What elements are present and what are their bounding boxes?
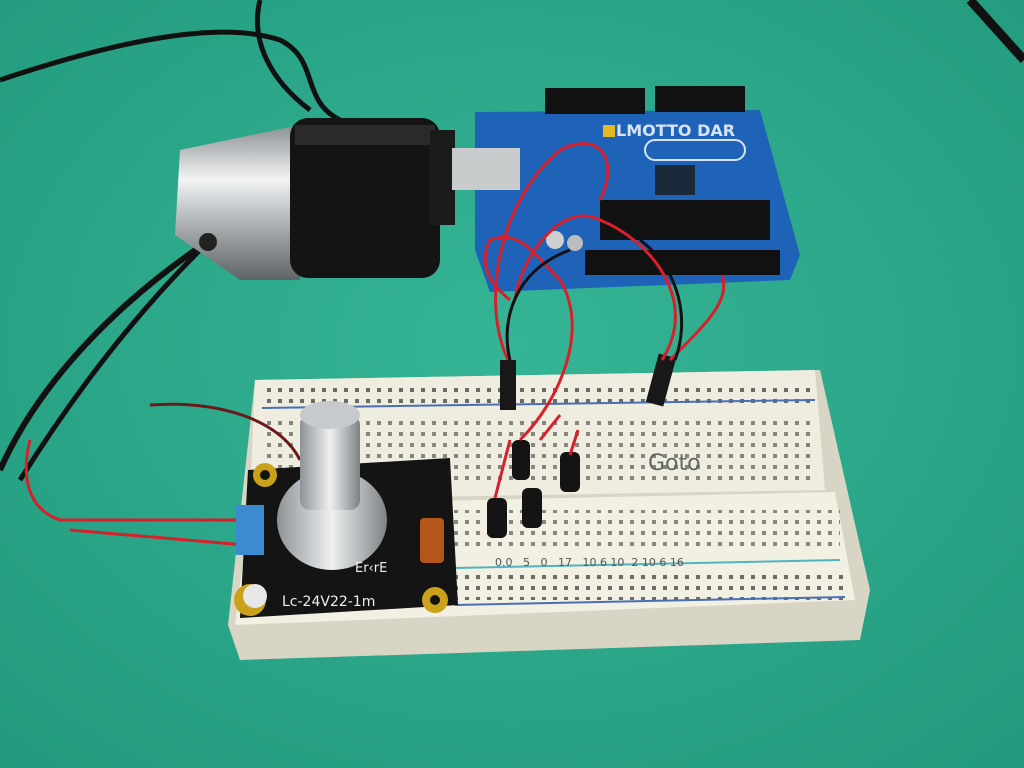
capacitor-3 <box>522 488 542 528</box>
terminal-block <box>236 505 264 555</box>
jumper-pin-left <box>500 360 516 410</box>
header-pins-top-left <box>545 88 645 114</box>
led <box>603 125 615 137</box>
capacitor-4 <box>487 498 507 538</box>
dc-motor <box>175 118 455 280</box>
capacitor-1 <box>512 440 530 480</box>
knob-shaft <box>300 415 360 510</box>
module-label: Lc-24V22-1m <box>282 594 375 610</box>
usb-port <box>452 148 520 190</box>
resistor <box>420 518 444 563</box>
handwritten-text: Goto <box>648 451 701 476</box>
header-pins-top-right <box>655 86 745 112</box>
module-side-text: Er‹rE <box>355 561 387 576</box>
small-chip <box>655 165 695 195</box>
arduino-label: LMOTTO DAR <box>616 121 735 140</box>
photo-scene: LMOTTO DAR Goto 0.0 5 0 17 10 6 10 2 10 … <box>0 0 1024 768</box>
capacitor-2 <box>560 452 580 492</box>
arduino-board: LMOTTO DAR <box>452 86 800 292</box>
row-numbers: 0.0 5 0 17 10 6 10 2 10 6 16 <box>495 556 684 569</box>
header-pins-bottom <box>585 250 780 275</box>
